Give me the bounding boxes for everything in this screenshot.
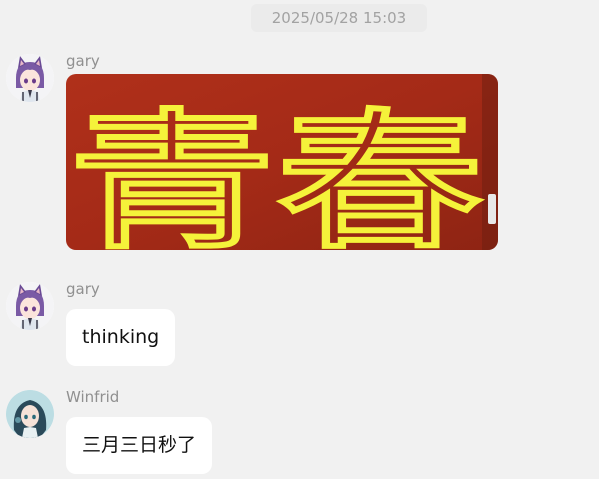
image-text: 青春 bbox=[66, 93, 487, 250]
sender-name: Winfrid bbox=[66, 388, 120, 406]
avatar-gary[interactable] bbox=[6, 282, 54, 330]
avatar-winfrid[interactable] bbox=[6, 390, 54, 438]
avatar-gary[interactable] bbox=[6, 54, 54, 102]
image-message[interactable]: 青春 bbox=[66, 74, 498, 250]
sender-name: gary bbox=[66, 52, 100, 70]
text-bubble[interactable]: thinking bbox=[66, 309, 176, 366]
sender-name: gary bbox=[66, 280, 100, 298]
anime-avatar-icon bbox=[6, 54, 54, 102]
image-content: 青春 bbox=[66, 74, 498, 250]
anime-avatar-icon bbox=[6, 390, 54, 438]
text-bubble[interactable]: 三月三日秒了 bbox=[66, 417, 213, 474]
message-timestamp: 2025/05/28 15:03 bbox=[251, 4, 427, 32]
svg-text:青春: 青春 bbox=[68, 96, 484, 250]
anime-avatar-icon bbox=[6, 282, 54, 330]
chat-window: 2025/05/28 15:03 gary 青春 gary thinking W… bbox=[0, 0, 599, 479]
